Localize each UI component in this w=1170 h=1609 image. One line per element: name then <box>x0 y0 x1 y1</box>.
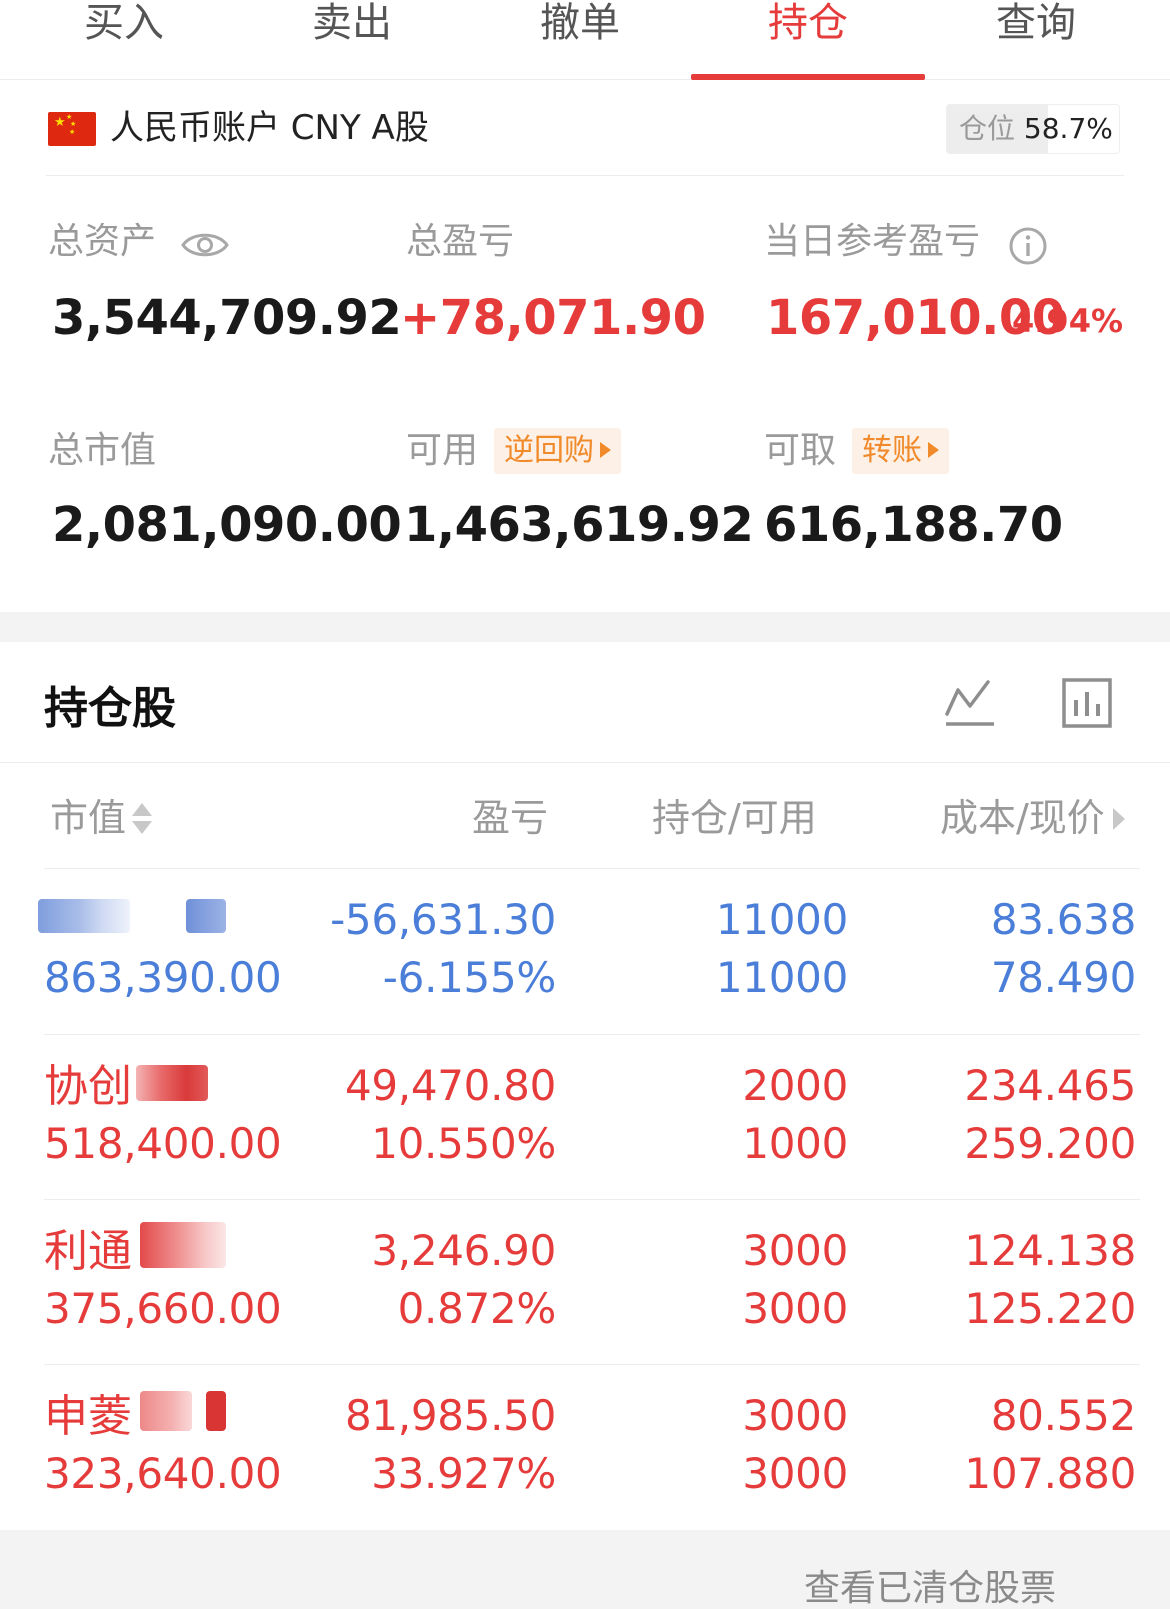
triangle-right-icon <box>928 441 939 458</box>
stock-name: 利通 <box>44 1226 132 1277</box>
holding-cost: 124.138 <box>964 1226 1136 1275</box>
column-header-pl: 盈亏 <box>472 796 549 840</box>
holdings-title: 持仓股 <box>44 683 176 734</box>
section-gap <box>0 612 1170 642</box>
name-mosaic <box>140 1391 192 1431</box>
stock-name: 协创 <box>44 1061 132 1112</box>
total-pl-value: +78,071.90 <box>400 290 706 346</box>
trade-tab-bar: 买入 卖出 撤单 持仓 查询 <box>0 0 1170 80</box>
market-value-value: 2,081,090.00 <box>52 497 402 553</box>
holding-available: 3000 <box>742 1284 848 1333</box>
name-mosaic <box>186 899 226 933</box>
holding-row[interactable]: 协创 518,400.00 49,470.80 10.550% 2000 100… <box>0 1035 1170 1200</box>
holding-position: 3000 <box>742 1226 848 1275</box>
holding-market-value: 518,400.00 <box>44 1119 282 1168</box>
tab-cancel-order[interactable]: 撤单 <box>466 0 694 80</box>
withdrawable-value: 616,188.70 <box>764 497 1063 553</box>
holding-pl: 3,246.90 <box>371 1226 556 1275</box>
stock-name: 申菱 <box>44 1391 132 1442</box>
holding-price: 125.220 <box>964 1284 1136 1333</box>
holding-pl-percent: 0.872% <box>397 1284 557 1333</box>
view-cleared-stocks-link[interactable]: 查看已清仓股票 <box>804 1568 1056 1609</box>
holding-market-value: 863,390.00 <box>44 953 282 1002</box>
line-chart-icon[interactable] <box>944 676 996 728</box>
eye-icon[interactable] <box>180 228 230 262</box>
tab-sell[interactable]: 卖出 <box>238 0 466 80</box>
reverse-repo-button[interactable]: 逆回购 <box>494 428 621 474</box>
column-header-position: 持仓/可用 <box>652 796 817 840</box>
total-assets-value: 3,544,709.92 <box>52 290 402 346</box>
tab-holdings[interactable]: 持仓 <box>694 0 922 80</box>
holding-market-value: 375,660.00 <box>44 1284 282 1333</box>
holding-row[interactable]: 申菱 323,640.00 81,985.50 33.927% 3000 300… <box>0 1365 1170 1530</box>
position-ratio-value: 58.7% <box>1023 112 1113 145</box>
triangle-right-icon <box>600 441 611 458</box>
total-assets-label: 总资产 <box>48 221 157 262</box>
tab-buy[interactable]: 买入 <box>10 0 238 80</box>
available-label: 可用 <box>406 430 479 471</box>
name-mosaic <box>38 899 130 933</box>
holding-position: 2000 <box>742 1061 848 1110</box>
available-value: 1,463,619.92 <box>404 497 754 553</box>
holding-price: 107.880 <box>964 1449 1136 1498</box>
column-header-cost-price-label: 成本/现价 <box>940 796 1105 840</box>
holding-position: 11000 <box>715 895 848 944</box>
name-mosaic <box>140 1222 226 1268</box>
holding-pl: 49,470.80 <box>344 1061 556 1110</box>
divider <box>46 175 1124 176</box>
holding-available: 11000 <box>715 953 848 1002</box>
account-name: 人民币账户 CNY A股 <box>110 108 429 148</box>
column-header-market-value[interactable]: 市值 <box>50 796 153 840</box>
holding-cost: 234.465 <box>964 1061 1136 1110</box>
column-header-cost-price[interactable]: 成本/现价 <box>940 796 1125 840</box>
info-icon[interactable] <box>1008 226 1048 266</box>
holding-row[interactable]: 863,390.00 -56,631.30 -6.155% 11000 1100… <box>0 869 1170 1034</box>
transfer-button[interactable]: 转账 <box>852 428 949 474</box>
holding-pl-percent: 33.927% <box>371 1449 556 1498</box>
holding-pl-percent: 10.550% <box>371 1119 556 1168</box>
day-pl-percent: 4.94% <box>1012 302 1124 340</box>
holding-row[interactable]: 利通 375,660.00 3,246.90 0.872% 3000 3000 … <box>0 1200 1170 1365</box>
market-value-label: 总市值 <box>48 430 157 471</box>
name-mosaic <box>206 1391 226 1431</box>
chevron-right-icon <box>1112 807 1125 830</box>
position-ratio-badge: 仓位 58.7% <box>946 104 1120 154</box>
column-header-market-value-label: 市值 <box>50 796 127 840</box>
china-flag-icon: ★ ★ ★ ★ <box>48 112 96 146</box>
bar-chart-icon[interactable] <box>1062 678 1112 728</box>
holding-pl: 81,985.50 <box>344 1391 556 1440</box>
transfer-label: 转账 <box>862 433 922 468</box>
tab-query[interactable]: 查询 <box>922 0 1150 80</box>
reverse-repo-label: 逆回购 <box>504 433 594 468</box>
holding-available: 3000 <box>742 1449 848 1498</box>
holding-price: 78.490 <box>990 953 1136 1002</box>
day-pl-label: 当日参考盈亏 <box>764 221 981 262</box>
holding-pl-percent: -6.155% <box>382 953 557 1002</box>
holding-price: 259.200 <box>964 1119 1136 1168</box>
holding-position: 3000 <box>742 1391 848 1440</box>
holding-cost: 83.638 <box>990 895 1136 944</box>
divider <box>0 762 1170 763</box>
holding-available: 1000 <box>742 1119 848 1168</box>
holding-cost: 80.552 <box>990 1391 1136 1440</box>
account-row[interactable]: ★ ★ ★ ★ 人民币账户 CNY A股 仓位 58.7% <box>0 80 1170 176</box>
holding-market-value: 323,640.00 <box>44 1449 282 1498</box>
name-mosaic <box>136 1065 208 1101</box>
withdrawable-label: 可取 <box>764 430 837 471</box>
total-pl-label: 总盈亏 <box>406 221 515 262</box>
sort-icon <box>132 801 153 837</box>
position-ratio-label: 仓位 <box>959 112 1016 145</box>
holding-pl: -56,631.30 <box>330 895 556 944</box>
